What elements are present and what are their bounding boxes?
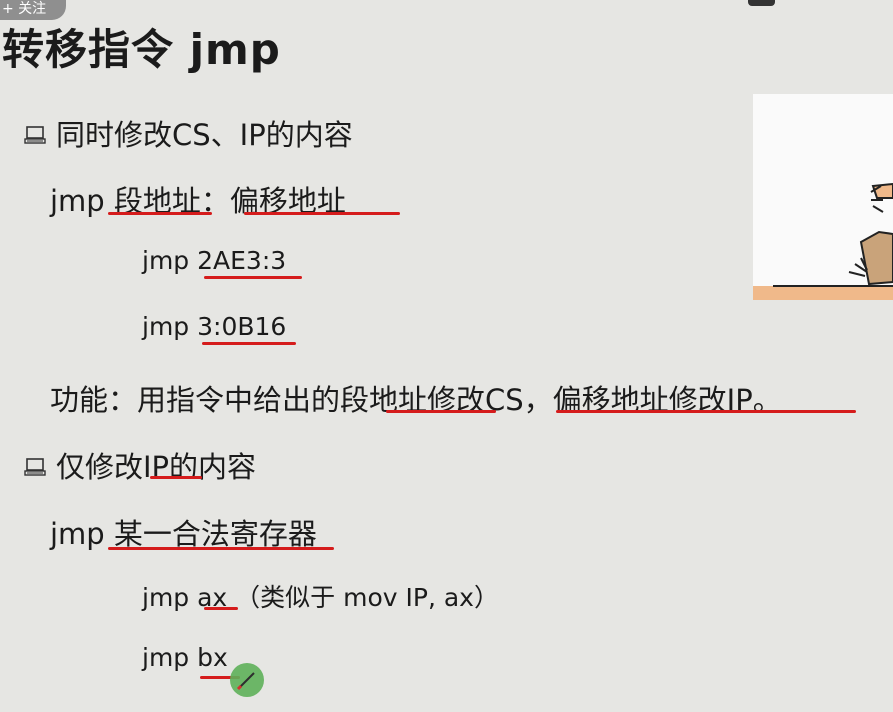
pen-cursor-icon — [230, 663, 264, 697]
example-3: jmp ax （类似于 mov IP, ax） — [142, 583, 499, 612]
bullet-line-1: 同时修改CS、IP的内容 — [24, 112, 353, 154]
example-4: jmp bx — [142, 643, 228, 672]
section1-text: 同时修改CS、IP的内容 — [56, 118, 353, 152]
follow-label: + 关注 — [2, 1, 47, 17]
example-2: jmp 3:0B16 — [142, 312, 287, 341]
cartoon-illustration — [753, 94, 893, 300]
bullet-line-2: 仅修改IP的内容 — [24, 444, 256, 486]
annotation-underline — [204, 276, 302, 279]
annotation-underline — [386, 410, 496, 413]
cartoon-figure-icon — [753, 182, 893, 300]
laptop-icon — [24, 458, 46, 476]
pen-icon — [236, 672, 255, 691]
window-tab[interactable] — [748, 0, 775, 6]
slide-title: 转移指令 jmp — [2, 25, 281, 74]
annotation-underline — [108, 212, 212, 215]
annotation-underline — [556, 410, 856, 413]
annotation-underline — [204, 607, 238, 610]
annotation-underline — [244, 212, 400, 215]
example-1: jmp 2AE3:3 — [142, 246, 287, 275]
laptop-icon — [24, 126, 46, 144]
annotation-underline — [150, 476, 202, 479]
annotation-underline — [202, 342, 296, 345]
annotation-underline — [108, 547, 334, 550]
